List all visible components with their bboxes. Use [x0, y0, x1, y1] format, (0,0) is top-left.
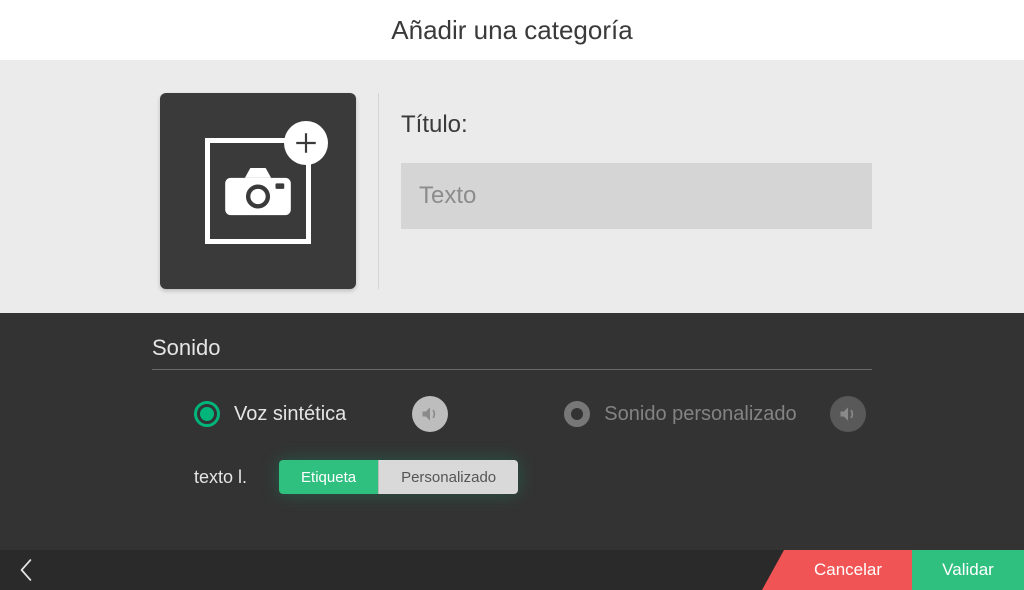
bottom-bar: Cancelar Validar — [0, 550, 1024, 590]
cancel-button[interactable]: Cancelar — [784, 550, 912, 590]
speaker-icon — [838, 404, 858, 424]
radio-custom-label: Sonido personalizado — [604, 403, 796, 426]
radio-selected-icon — [194, 401, 220, 427]
sound-heading: Sonido — [152, 335, 872, 370]
play-custom-button[interactable] — [830, 396, 866, 432]
back-button[interactable] — [0, 550, 52, 590]
plus-icon — [284, 121, 328, 165]
chevron-left-icon — [19, 559, 33, 581]
text-source-segmented: Etiqueta Personalizado — [279, 460, 518, 494]
text-source-label: texto l. — [194, 467, 247, 488]
play-synthetic-button[interactable] — [412, 396, 448, 432]
segment-etiqueta[interactable]: Etiqueta — [279, 460, 378, 494]
add-image-tile[interactable] — [160, 93, 356, 289]
text-source-row: texto l. Etiqueta Personalizado — [152, 460, 872, 494]
segment-personalizado[interactable]: Personalizado — [378, 460, 518, 494]
image-frame — [205, 138, 311, 244]
validate-label: Validar — [942, 560, 994, 580]
title-block: Título: — [401, 93, 1024, 289]
title-input[interactable] — [401, 163, 872, 229]
header: Añadir una categoría — [0, 0, 1024, 60]
sound-options-row: Voz sintética Sonido personalizado — [152, 396, 872, 432]
radio-synthetic-voice[interactable]: Voz sintética — [194, 401, 346, 427]
title-label: Título: — [401, 111, 872, 139]
radio-synthetic-label: Voz sintética — [234, 403, 346, 426]
speaker-icon — [420, 404, 440, 424]
camera-icon — [223, 164, 293, 218]
sound-panel: Sonido Voz sintética Sonido personalizad… — [0, 313, 1024, 550]
page-title: Añadir una categoría — [391, 15, 632, 46]
radio-custom-sound[interactable]: Sonido personalizado — [564, 401, 796, 427]
radio-unselected-icon — [564, 401, 590, 427]
upper-panel: Título: — [0, 60, 1024, 313]
cancel-label: Cancelar — [814, 560, 882, 580]
vertical-divider — [378, 93, 379, 289]
validate-button[interactable]: Validar — [912, 550, 1024, 590]
